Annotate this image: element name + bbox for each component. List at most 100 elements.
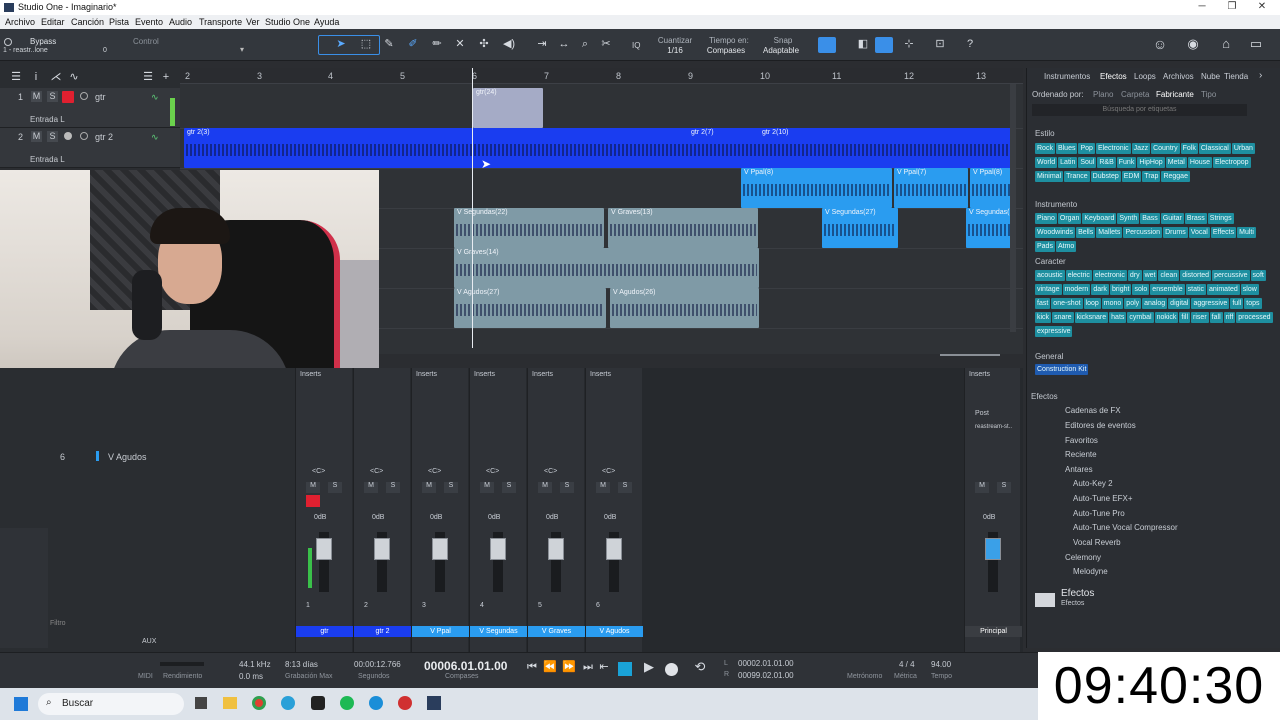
help-icon[interactable]: ? [962,36,978,52]
play-button[interactable]: ▶ [641,659,657,675]
tab-efectos[interactable]: Efectos [1100,72,1127,81]
tag[interactable]: dry [1127,270,1142,281]
obs-icon[interactable] [398,696,412,710]
tag-search-input[interactable]: Búsqueda por etiquetas [1032,104,1247,116]
file-explorer-icon[interactable] [223,697,237,709]
tree-item-folder[interactable]: Favoritos [1065,436,1098,445]
tag[interactable]: Rock [1035,143,1055,154]
track-input[interactable]: Entrada L [30,115,65,124]
range-tool-icon[interactable]: ⬚ [358,36,374,52]
edit-mode-icon[interactable]: ◧ [855,36,871,52]
audio-clip[interactable]: V Segundas( [966,208,1012,248]
audio-clip[interactable]: gtr 2(10) [759,128,829,142]
channel-name[interactable]: gtr [296,626,353,637]
save-icon[interactable]: ▭ [1248,36,1264,52]
position-display[interactable]: 00006.01.01.00 [424,659,507,673]
audio-clip[interactable]: V Ppal(8) [741,168,892,208]
tag[interactable]: Latin [1058,157,1078,168]
pan-knob[interactable]: <C> [428,468,441,475]
pan-knob[interactable]: <C> [370,468,383,475]
tree-item-plugin[interactable]: Vocal Reverb [1073,538,1121,547]
tag[interactable]: hats [1109,312,1127,323]
tag[interactable]: Soul [1078,157,1097,168]
control-dropdown-icon[interactable]: ▾ [240,45,244,54]
horizontal-zoom-slider[interactable] [940,354,1000,356]
fader-handle[interactable] [606,538,622,560]
home-icon[interactable]: ⌂ [1218,36,1234,52]
paint-tool-icon[interactable]: ✏ [429,36,445,52]
fader-handle[interactable] [316,538,332,560]
tag[interactable]: Synth [1117,213,1140,224]
chrome-icon[interactable] [252,696,266,710]
record-arm-icon[interactable] [62,91,74,103]
tree-item-plugin[interactable]: Auto-Tune Vocal Compressor [1073,523,1178,532]
tag[interactable]: Reggae [1161,171,1190,182]
record-arm-icon[interactable] [64,132,72,140]
channel-list-name[interactable]: V Agudos [108,452,147,462]
tag[interactable]: Country [1151,143,1180,154]
mute-tool-icon[interactable]: ✕ [452,36,468,52]
tag[interactable]: House [1187,157,1213,168]
tag[interactable]: nokick [1154,312,1179,323]
tag[interactable]: Mallets [1096,227,1123,238]
tag[interactable]: bright [1109,284,1132,295]
audio-clip[interactable]: V Graves(13) [608,208,758,248]
tree-item-plugin[interactable]: Melodyne [1073,567,1108,576]
channel-name[interactable]: V Graves [528,626,585,637]
mute-button[interactable]: M [364,482,378,493]
pan-knob[interactable]: <C> [544,468,557,475]
rewind-icon[interactable]: ⏪ [542,659,558,675]
task-view-icon[interactable] [195,697,207,709]
tag[interactable]: distorted [1180,270,1212,281]
sync-icon[interactable]: ◉ [1185,36,1201,52]
bend-tool-icon[interactable]: ✣ [476,36,492,52]
track-name[interactable]: gtr 2 [95,132,113,142]
iq-label[interactable]: IQ [632,41,640,50]
audio-clip[interactable]: V Graves(14) [454,248,759,288]
split-tool-icon[interactable]: ✎ [381,36,397,52]
tag[interactable]: processed [1236,312,1273,323]
tag[interactable]: Jazz [1131,143,1151,154]
tag[interactable]: Trap [1142,171,1161,182]
tag[interactable]: ensemble [1150,284,1185,295]
mute-button[interactable]: M [975,482,989,493]
menu-transporte[interactable]: Transporte [199,17,242,27]
edge-icon[interactable] [369,696,383,710]
tab-tienda[interactable]: Tienda [1224,72,1248,81]
zoom-horizontal-icon[interactable]: ↔ [556,36,572,52]
arrow-tool-icon[interactable]: ➤ [333,36,349,52]
tag[interactable]: static [1185,284,1206,295]
tag[interactable]: World [1035,157,1058,168]
tab-loops[interactable]: Loops [1134,72,1156,81]
tag[interactable]: Pop [1078,143,1095,154]
audio-clip[interactable]: gtr(24) [473,88,543,128]
tempo-value[interactable]: 94.00 [931,660,951,669]
tag[interactable]: Pads [1035,241,1055,252]
menu-evento[interactable]: Evento [135,17,163,27]
audio-clip[interactable]: gtr 2(7) [688,128,758,142]
record-icon[interactable] [306,495,320,507]
inserts-label[interactable]: Inserts [590,371,611,378]
tag[interactable]: riser [1191,312,1209,323]
tag[interactable]: Vocal [1188,227,1210,238]
stop-button[interactable] [618,662,632,676]
tag[interactable]: riff [1223,312,1236,323]
tag[interactable]: poly [1124,298,1142,309]
automation-icon[interactable]: ⋌ [48,69,64,85]
quantize-select[interactable]: 1/16 [652,46,698,55]
follow-toggle-icon[interactable] [875,37,893,53]
sort-tipo[interactable]: Tipo [1201,90,1216,99]
loop-end[interactable]: 00099.02.01.00 [738,671,794,680]
tag[interactable]: Electropop [1213,157,1251,168]
record-button[interactable] [665,663,678,676]
tag[interactable]: Effects [1210,227,1237,238]
channel-name[interactable]: V Ppal [412,626,469,637]
mute-button[interactable]: M [31,91,42,102]
post-label[interactable]: Post [975,410,989,417]
tag[interactable]: Atmo [1055,241,1077,252]
tag[interactable]: one-shot [1051,298,1083,309]
taskbar-search[interactable]: ⌕ Buscar [38,693,184,715]
list-icon[interactable]: ☰ [140,69,156,85]
tag[interactable]: tops [1244,298,1262,309]
tag[interactable]: dark [1091,284,1109,295]
